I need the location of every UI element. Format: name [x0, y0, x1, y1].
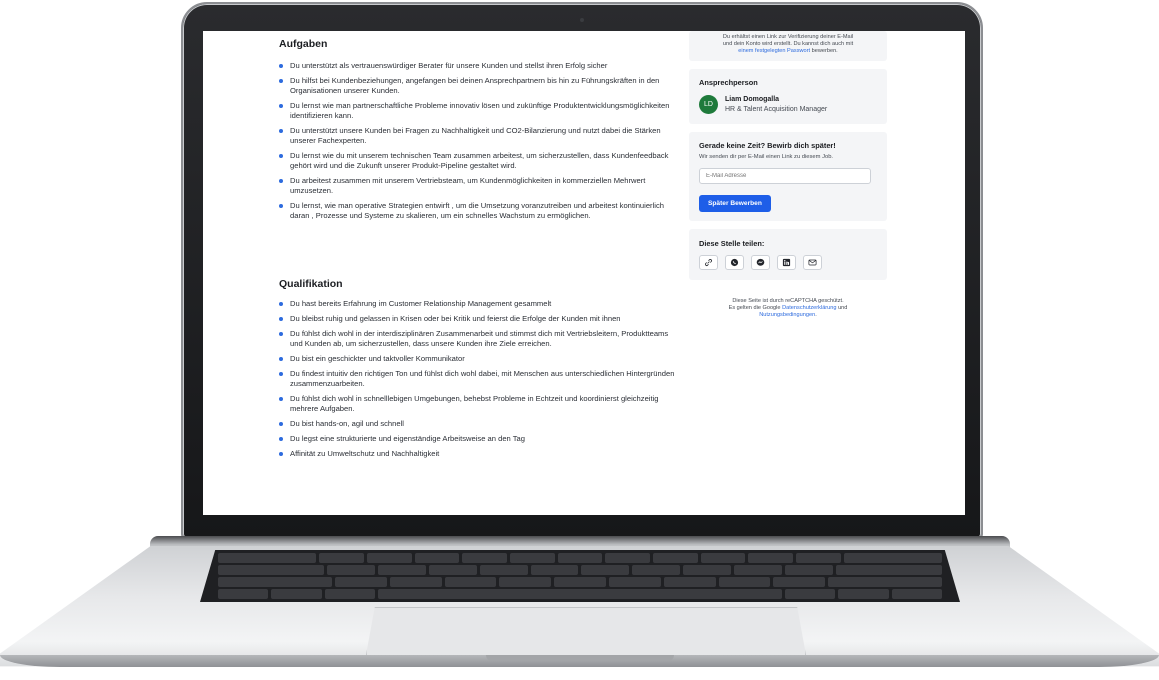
share-mail-button[interactable] [803, 255, 822, 270]
list-item: Du lernst wie man partnerschaftliche Pro… [279, 101, 675, 121]
qualifications-list: Du hast bereits Erfahrung im Customer Re… [279, 299, 675, 464]
share-linkedin-button[interactable] [777, 255, 796, 270]
share-whatsapp-button[interactable] [725, 255, 744, 270]
verification-card: Du erhältst einen Link zur Verifizierung… [689, 31, 887, 61]
bullet-icon [279, 129, 283, 133]
bullet-icon [279, 64, 283, 68]
mail-icon [808, 259, 817, 266]
list-item: Du fühlst dich wohl in schnelllebigen Um… [279, 394, 675, 414]
apply-later-subtitle: Wir senden dir per E-Mail einen Link zu … [699, 154, 834, 160]
laptop-notch [486, 655, 674, 661]
list-item: Du lernst, wie man operative Strategien … [279, 201, 675, 221]
bullet-icon [279, 154, 283, 158]
contact-title: Ansprechperson [699, 78, 758, 87]
messenger-icon [756, 258, 765, 266]
trackpad [366, 607, 806, 655]
share-title: Diese Stelle teilen: [699, 239, 765, 248]
contact-name: Liam Domogalla [725, 96, 780, 103]
bullet-icon [279, 317, 283, 321]
list-item: Du unterstützt als vertrauenswürdiger Be… [279, 61, 675, 71]
bullet-icon [279, 437, 283, 441]
whatsapp-icon [730, 258, 739, 267]
camera-icon [580, 18, 584, 22]
qualifications-heading: Qualifikation [279, 278, 343, 290]
list-item: Du hilfst bei Kundenbeziehungen, angefan… [279, 76, 675, 96]
list-item: Du arbeitest zusammen mit unserem Vertri… [279, 176, 675, 196]
bullet-icon [279, 332, 283, 336]
contact-role: HR & Talent Acquisition Manager [725, 106, 828, 113]
screen: Aufgaben Du unterstützt als vertrauenswü… [203, 31, 965, 515]
bullet-icon [279, 422, 283, 426]
terms-link[interactable]: Nutzungsbedingungen [759, 312, 815, 318]
bullet-icon [279, 204, 283, 208]
list-item: Du fühlst dich wohl in der interdiszipli… [279, 329, 675, 349]
list-item: Du legst eine strukturierte und eigenstä… [279, 434, 675, 444]
verification-text-1: Du erhältst einen Link zur Verifizierung… [722, 34, 854, 40]
list-item: Affinität zu Umweltschutz und Nachhaltig… [279, 449, 675, 459]
password-link[interactable]: einem festgelegten Passwort [738, 48, 810, 54]
apply-later-button[interactable]: Später Bewerben [699, 195, 771, 212]
apply-later-title: Gerade keine Zeit? Bewirb dich später! [699, 141, 836, 150]
share-link-button[interactable] [699, 255, 718, 270]
list-item: Du lernst wie du mit unserem technischen… [279, 151, 675, 171]
list-item: Du unterstützt unsere Kunden bei Fragen … [279, 126, 675, 146]
bullet-icon [279, 452, 283, 456]
list-item: Du hast bereits Erfahrung im Customer Re… [279, 299, 675, 309]
list-item: Du bist hands-on, agil und schnell [279, 419, 675, 429]
privacy-link[interactable]: Datenschutzerklärung [782, 305, 836, 311]
keyboard [200, 550, 960, 602]
list-item: Du bist ein geschickter und taktvoller K… [279, 354, 675, 364]
verification-text-3: einem festgelegten Passwort bewerben. [738, 48, 838, 54]
share-buttons [699, 255, 877, 270]
email-input[interactable] [699, 168, 871, 184]
apply-later-card: Gerade keine Zeit? Bewirb dich später! W… [689, 132, 887, 221]
bullet-icon [279, 397, 283, 401]
bullet-icon [279, 372, 283, 376]
bullet-icon [279, 179, 283, 183]
linkedin-icon [782, 258, 791, 267]
verification-text-2: und dein Konto wird erstellt. Du kannst … [722, 41, 854, 47]
bullet-icon [279, 79, 283, 83]
tasks-heading: Aufgaben [279, 38, 328, 50]
bullet-icon [279, 357, 283, 361]
list-item: Du findest intuitiv den richtigen Ton un… [279, 369, 675, 389]
list-item: Du bleibst ruhig und gelassen in Krisen … [279, 314, 675, 324]
share-card: Diese Stelle teilen: [689, 229, 887, 280]
avatar: LD [699, 95, 718, 114]
sidebar: Du erhältst einen Link zur Verifizierung… [689, 31, 887, 319]
bullet-icon [279, 302, 283, 306]
contact-card: Ansprechperson LD Liam Domogalla HR & Ta… [689, 69, 887, 124]
contact-row: LD Liam Domogalla HR & Talent Acquisitio… [699, 95, 877, 114]
share-messenger-button[interactable] [751, 255, 770, 270]
bullet-icon [279, 104, 283, 108]
recaptcha-notice: Diese Seite ist durch reCAPTCHA geschütz… [728, 298, 848, 318]
link-icon [705, 259, 712, 266]
tasks-list: Du unterstützt als vertrauenswürdiger Be… [279, 61, 675, 226]
